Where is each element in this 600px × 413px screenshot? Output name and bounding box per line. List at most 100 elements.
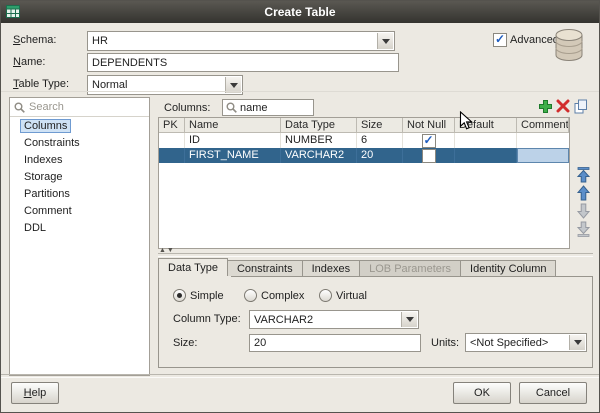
units-label: Units: (431, 337, 459, 349)
copy-column-button[interactable] (573, 98, 589, 114)
header-name[interactable]: Name (185, 118, 281, 133)
cell-size: 20 (357, 148, 403, 163)
cell-pk (159, 148, 185, 163)
delete-column-button[interactable] (555, 98, 571, 114)
not-null-checkbox[interactable] (422, 149, 436, 163)
column-type-dropdown-button[interactable] (401, 312, 417, 327)
table-row[interactable]: ID NUMBER 6 (159, 133, 569, 148)
size-input[interactable]: 20 (249, 334, 421, 352)
columns-section-label: Columns: (164, 102, 210, 114)
cell-not-null (403, 133, 455, 148)
cell-default (455, 148, 517, 163)
units-select[interactable]: <Not Specified> (465, 333, 587, 352)
radio-icon (173, 289, 186, 302)
cell-name: ID (185, 133, 281, 148)
columns-table: PK Name Data Type Size Not Null Default … (158, 117, 570, 249)
schema-value: HR (92, 35, 108, 47)
units-dropdown-button[interactable] (569, 335, 585, 350)
chevron-down-icon (382, 39, 390, 44)
cell-data-type: NUMBER (281, 133, 357, 148)
not-null-checkbox[interactable] (422, 134, 436, 148)
plus-icon (538, 99, 553, 114)
chevron-down-icon (406, 317, 414, 322)
column-type-select[interactable]: VARCHAR2 (249, 310, 419, 329)
header-default[interactable]: Default (455, 118, 517, 133)
column-filter-value: name (240, 102, 268, 114)
move-down-button[interactable] (576, 203, 591, 219)
table-type-select[interactable]: Normal (87, 75, 243, 95)
cell-comment (517, 148, 569, 163)
tree-search-input[interactable]: Search (10, 98, 149, 117)
header-not-null[interactable]: Not Null (403, 118, 455, 133)
radio-simple-label: Simple (190, 290, 224, 302)
arrow-down-icon (576, 203, 591, 219)
sidebar-item-storage[interactable]: Storage (10, 168, 149, 185)
advanced-label: Advanced (510, 34, 559, 46)
cell-data-type: VARCHAR2 (281, 148, 357, 163)
tab-indexes[interactable]: Indexes (303, 260, 361, 277)
radio-complex-label: Complex (261, 290, 304, 302)
create-table-dialog: Create Table Schema: HR Advanced Name: D… (0, 0, 600, 413)
header-data-type[interactable]: Data Type (281, 118, 357, 133)
detail-tabs: Data Type Constraints Indexes LOB Parame… (158, 258, 556, 277)
tab-identity-column[interactable]: Identity Column (461, 260, 556, 277)
sidebar-item-partitions[interactable]: Partitions (10, 185, 149, 202)
help-button[interactable]: Help (11, 382, 59, 404)
radio-icon (319, 289, 332, 302)
name-input[interactable]: DEPENDENTS (87, 53, 399, 72)
navigation-tree: Search Columns Constraints Indexes Stora… (9, 97, 150, 376)
schema-select[interactable]: HR (87, 31, 395, 51)
splitter[interactable] (158, 253, 593, 257)
size-value: 20 (254, 337, 266, 349)
header-size[interactable]: Size (357, 118, 403, 133)
cell-size: 6 (357, 133, 403, 148)
table-row[interactable]: FIRST_NAME VARCHAR2 20 (159, 148, 569, 163)
tree-search-placeholder: Search (29, 101, 64, 113)
size-label: Size: (173, 337, 197, 349)
column-filter-input[interactable]: name (222, 99, 314, 116)
cell-comment (517, 133, 569, 148)
footer-separator (1, 374, 599, 378)
cell-not-null (403, 148, 455, 163)
move-to-top-button[interactable] (576, 167, 591, 183)
title-bar[interactable]: Create Table (1, 1, 599, 23)
tab-constraints[interactable]: Constraints (228, 260, 303, 277)
table-icon (6, 5, 20, 21)
advanced-checkbox[interactable] (493, 33, 507, 47)
sidebar-item-comment[interactable]: Comment (10, 202, 149, 219)
chevron-down-icon (230, 83, 238, 88)
chevron-down-icon (574, 340, 582, 345)
sidebar-item-indexes[interactable]: Indexes (10, 151, 149, 168)
arrow-up-icon (576, 185, 591, 201)
sidebar-item-constraints[interactable]: Constraints (10, 134, 149, 151)
arrow-to-top-icon (576, 167, 591, 183)
header-comment[interactable]: Comment (517, 118, 569, 133)
ok-button[interactable]: OK (453, 382, 511, 404)
move-up-button[interactable] (576, 185, 591, 201)
name-value: DEPENDENTS (92, 57, 167, 69)
schema-label: Schema: (13, 34, 56, 46)
arrow-to-bottom-icon (576, 221, 591, 237)
schema-dropdown-button[interactable] (377, 33, 393, 49)
window-title: Create Table (264, 5, 335, 19)
cancel-button[interactable]: Cancel (519, 382, 587, 404)
radio-virtual[interactable]: Virtual (319, 289, 367, 302)
radio-virtual-label: Virtual (336, 290, 367, 302)
radio-simple[interactable]: Simple (173, 289, 224, 302)
cell-name: FIRST_NAME (185, 148, 281, 163)
sidebar-item-ddl[interactable]: DDL (10, 219, 149, 236)
database-icon (553, 27, 585, 66)
tab-lob-parameters: LOB Parameters (360, 260, 461, 277)
radio-icon (244, 289, 257, 302)
cell-default (455, 133, 517, 148)
table-header-row: PK Name Data Type Size Not Null Default … (159, 118, 569, 133)
separator (1, 91, 599, 92)
header-pk[interactable]: PK (159, 118, 185, 133)
move-to-bottom-button[interactable] (576, 221, 591, 237)
sidebar-item-columns[interactable]: Columns (10, 117, 149, 134)
radio-complex[interactable]: Complex (244, 289, 304, 302)
search-icon (226, 102, 237, 113)
tab-data-type[interactable]: Data Type (158, 258, 228, 277)
table-type-value: Normal (92, 79, 127, 91)
add-column-button[interactable] (537, 98, 553, 114)
